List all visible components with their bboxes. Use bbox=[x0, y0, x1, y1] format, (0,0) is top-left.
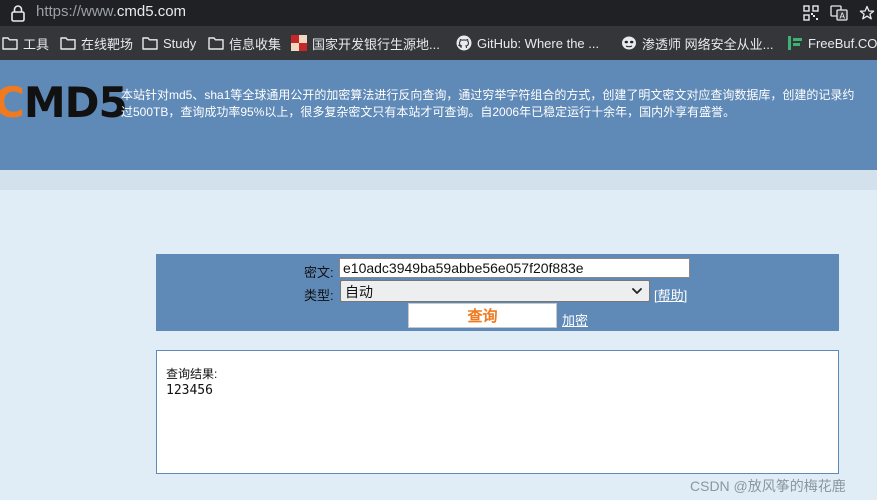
bookmark-pentester[interactable]: 渗透师 网络安全从业... bbox=[621, 26, 773, 60]
intro-line-1: 本站针对md5、sha1等全球通用公开的加密算法进行反向查询，通过穷举字符组合的… bbox=[121, 88, 855, 102]
lock-icon[interactable] bbox=[10, 4, 26, 22]
bookmark-online-range[interactable]: 在线靶场 bbox=[60, 26, 133, 60]
encrypt-link[interactable]: 加密 bbox=[562, 310, 588, 329]
bank-favicon bbox=[291, 35, 307, 51]
svg-text:A: A bbox=[840, 12, 846, 21]
type-selected-value: 自动 bbox=[345, 284, 373, 300]
freebuf-favicon bbox=[788, 36, 802, 50]
bookmark-label: 国家开发银行生源地... bbox=[312, 36, 440, 52]
cipher-label: 密文: bbox=[304, 265, 334, 280]
bookmark-info-gathering[interactable]: 信息收集 bbox=[208, 26, 281, 60]
type-select[interactable]: 自动 bbox=[340, 280, 650, 302]
logo-c: C bbox=[0, 78, 25, 127]
intro-line-2: 过500TB，查询成功率95%以上，很多复杂密文只有本站才可查询。自2006年已… bbox=[121, 105, 736, 119]
bookmark-label: 工具 bbox=[23, 36, 50, 52]
csdn-watermark: CSDN @放风筝的梅花鹿 bbox=[690, 478, 846, 494]
site-intro: 本站针对md5、sha1等全球通用公开的加密算法进行反向查询，通过穷举字符组合的… bbox=[121, 87, 877, 121]
url-prefix: https://www. bbox=[36, 3, 117, 20]
header-divider-band bbox=[0, 170, 877, 190]
bookmark-freebuf[interactable]: FreeBuf.CO bbox=[787, 26, 877, 60]
result-value: 123456 bbox=[166, 383, 213, 398]
cipher-input[interactable]: e10adc3949ba59abbe56e057f20f883e bbox=[339, 258, 690, 278]
cmd5-logo[interactable]: CMD5 bbox=[0, 82, 128, 124]
translate-icon[interactable]: A bbox=[829, 3, 849, 23]
logo-md5: MD5 bbox=[23, 78, 128, 127]
folder-icon bbox=[60, 37, 76, 50]
query-button[interactable]: 查询 bbox=[408, 303, 557, 328]
bookmark-tools[interactable]: 工具 bbox=[2, 26, 49, 60]
bookmark-label: 在线靶场 bbox=[81, 36, 134, 52]
folder-icon bbox=[208, 37, 224, 50]
star-icon[interactable] bbox=[857, 3, 877, 23]
qr-code-icon[interactable] bbox=[801, 3, 821, 23]
bookmark-label: FreeBuf.CO bbox=[808, 35, 877, 51]
bookmark-study[interactable]: Study bbox=[142, 26, 196, 60]
github-icon bbox=[456, 35, 472, 51]
bookmark-label: 信息收集 bbox=[229, 36, 282, 52]
bookmark-label: Study bbox=[163, 35, 197, 51]
bookmark-label: GitHub: Where the ... bbox=[477, 35, 600, 51]
bookmark-bank[interactable]: 国家开发银行生源地... bbox=[291, 26, 440, 60]
browser-address-bar: https://www.cmd5.com A bbox=[0, 0, 877, 26]
chevron-down-icon bbox=[632, 288, 642, 294]
type-label: 类型: bbox=[304, 288, 334, 303]
url-domain: cmd5.com bbox=[116, 3, 187, 20]
bookmarks-bar: 工具 在线靶场 Study 信息收集 国家开发银行生源地... GitHub: … bbox=[0, 26, 877, 60]
folder-icon bbox=[142, 37, 158, 50]
bookmark-github[interactable]: GitHub: Where the ... bbox=[456, 26, 599, 60]
result-box bbox=[156, 350, 839, 474]
mask-favicon bbox=[622, 36, 636, 50]
help-link[interactable]: [帮助] bbox=[654, 285, 687, 304]
result-title: 查询结果: bbox=[166, 367, 218, 381]
url-field[interactable]: https://www.cmd5.com bbox=[36, 3, 186, 20]
folder-icon bbox=[2, 37, 18, 50]
bookmark-label: 渗透师 网络安全从业... bbox=[642, 36, 774, 52]
